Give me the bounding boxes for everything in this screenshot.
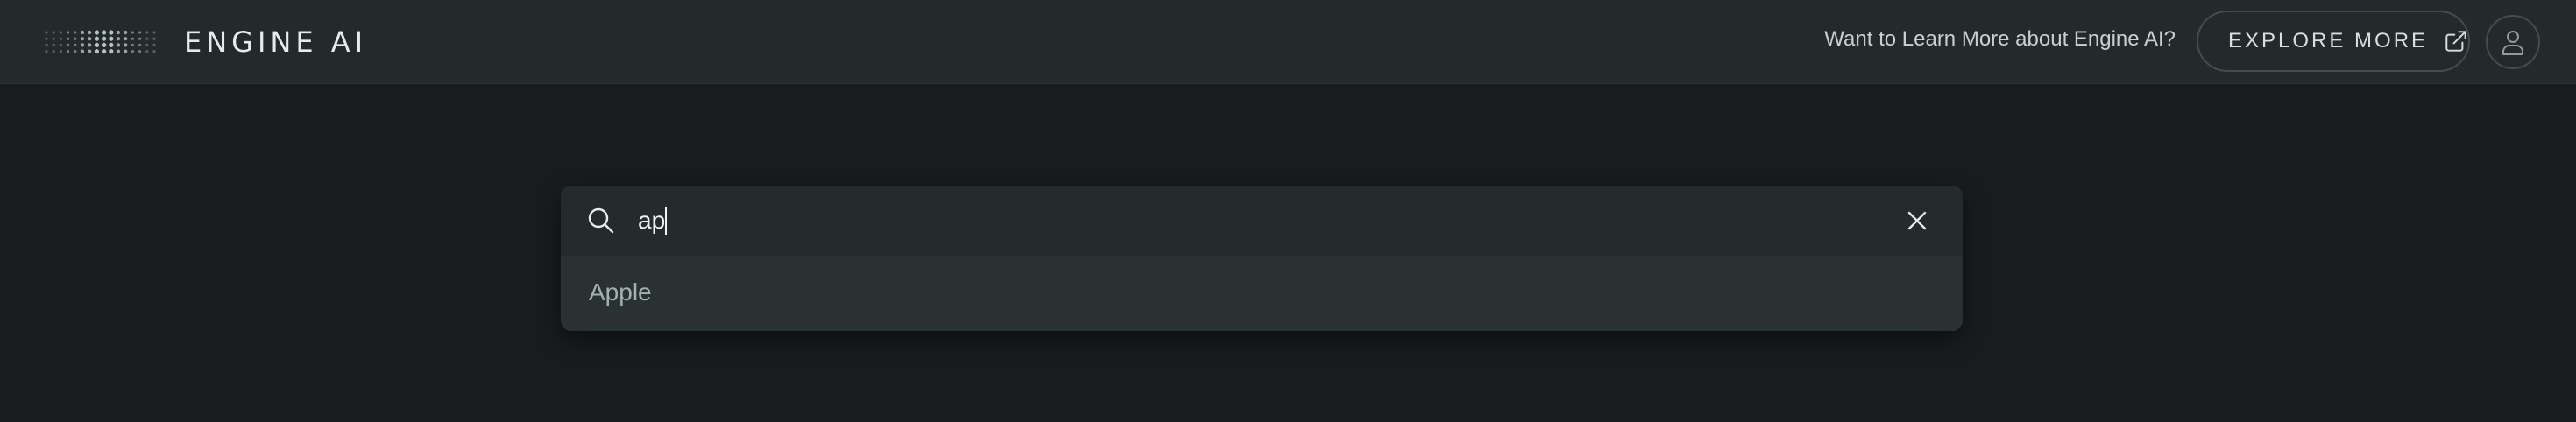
logo-dot bbox=[102, 30, 107, 35]
dot-grid-logo-icon bbox=[45, 30, 156, 54]
logo-dot bbox=[52, 37, 55, 40]
logo-dot bbox=[74, 37, 77, 40]
logo-dot bbox=[45, 43, 48, 46]
logo-dot bbox=[102, 42, 107, 47]
logo-dot bbox=[94, 36, 99, 41]
engine-ai-logo[interactable]: ENGINE AI bbox=[44, 25, 367, 60]
logo-dot bbox=[124, 30, 128, 35]
logo-dot bbox=[88, 43, 92, 47]
logo-dot bbox=[45, 50, 48, 53]
top-navigation-bar: ENGINE AI Want to Learn More about Engin… bbox=[0, 0, 2576, 84]
user-icon bbox=[2502, 31, 2523, 55]
logo-dot bbox=[152, 43, 156, 46]
suggestion-list: Apple bbox=[561, 256, 1963, 331]
logo-dot bbox=[124, 43, 128, 47]
logo-dot bbox=[80, 49, 85, 53]
logo-dot bbox=[116, 30, 121, 35]
logo-dot bbox=[124, 49, 128, 53]
logo-dot bbox=[59, 50, 62, 53]
external-link-icon bbox=[2445, 31, 2466, 52]
logo-dot bbox=[67, 43, 70, 46]
logo-dot bbox=[152, 37, 156, 40]
promo-text: Want to Learn More about Engine AI? bbox=[1824, 27, 2176, 51]
logo-dot bbox=[94, 30, 99, 35]
logo-dot bbox=[124, 37, 128, 41]
logo-dot bbox=[116, 49, 121, 53]
logo-dot bbox=[52, 43, 55, 46]
logo-dot bbox=[80, 30, 85, 35]
logo-dot bbox=[109, 36, 114, 41]
suggestion-label: Apple bbox=[589, 278, 652, 306]
logo-dot bbox=[145, 50, 149, 53]
logo-dot bbox=[138, 37, 142, 40]
logo-dot bbox=[74, 50, 77, 53]
logo-dot bbox=[145, 31, 149, 34]
logo-dot bbox=[116, 43, 121, 47]
logo-dot bbox=[67, 50, 70, 53]
logo-dot bbox=[109, 49, 114, 54]
logo-dot bbox=[52, 50, 55, 53]
logo-dot bbox=[102, 36, 107, 41]
search-input[interactable] bbox=[638, 201, 1865, 240]
logo-dot bbox=[94, 49, 99, 54]
logo-dot bbox=[138, 50, 142, 53]
logo-dot bbox=[80, 37, 85, 41]
logo-dot bbox=[102, 49, 107, 54]
logo-dot bbox=[59, 43, 62, 46]
logo-dot bbox=[94, 42, 99, 47]
logo-dot bbox=[145, 37, 149, 40]
logo-dot bbox=[59, 37, 62, 40]
logo-dot bbox=[152, 31, 156, 34]
search-icon bbox=[588, 207, 614, 234]
logo-dot bbox=[88, 37, 92, 41]
logo-dot bbox=[67, 37, 70, 40]
logo-dot bbox=[138, 43, 142, 46]
logo-dot bbox=[74, 43, 77, 46]
suggestion-item[interactable]: Apple bbox=[561, 256, 1963, 331]
logo-dot bbox=[45, 31, 48, 34]
logo-dot bbox=[109, 30, 114, 35]
logo-wordmark: ENGINE AI bbox=[184, 25, 368, 59]
logo-dot bbox=[131, 31, 134, 34]
clear-search-button[interactable] bbox=[1901, 205, 1933, 236]
logo-dot bbox=[88, 49, 92, 53]
logo-dot bbox=[88, 30, 92, 35]
text-cursor bbox=[665, 207, 667, 235]
logo-dot bbox=[152, 50, 156, 53]
logo-dot bbox=[131, 43, 134, 46]
logo-dot bbox=[145, 43, 149, 46]
logo-dot bbox=[109, 42, 114, 47]
search-panel: Apple bbox=[561, 186, 1963, 331]
logo-dot bbox=[138, 31, 142, 34]
search-bar bbox=[561, 186, 1963, 256]
logo-dot bbox=[131, 50, 134, 53]
logo-dot bbox=[74, 31, 77, 34]
logo-dot bbox=[80, 43, 85, 47]
user-avatar-button[interactable] bbox=[2486, 15, 2540, 69]
logo-dot bbox=[45, 37, 48, 40]
logo-dot bbox=[67, 31, 70, 34]
logo-dot bbox=[52, 31, 55, 34]
logo-dot bbox=[131, 37, 134, 40]
close-icon bbox=[1907, 211, 1927, 230]
explore-more-button[interactable]: EXPLORE MORE bbox=[2197, 11, 2470, 72]
logo-dot bbox=[116, 37, 121, 41]
logo-dot bbox=[59, 31, 62, 34]
explore-more-label: EXPLORE MORE bbox=[2228, 29, 2429, 53]
